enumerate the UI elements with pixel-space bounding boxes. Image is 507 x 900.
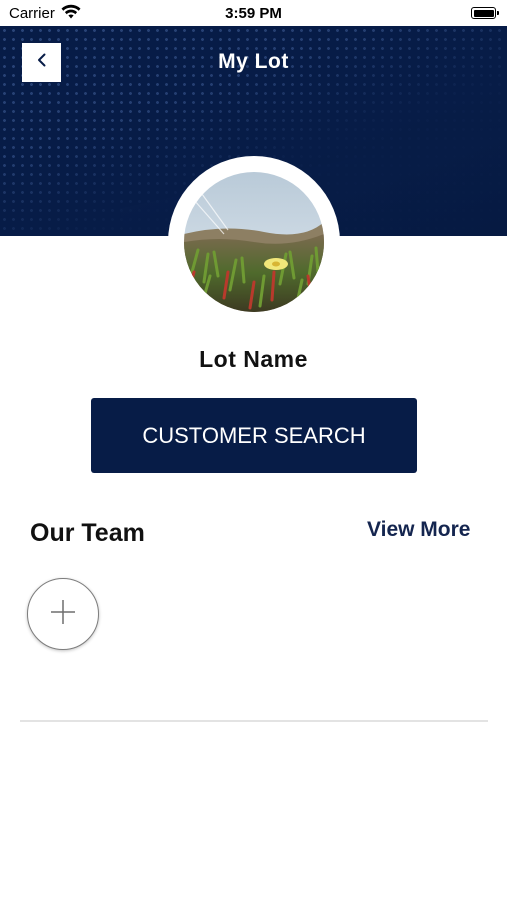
lot-name: Lot Name (199, 346, 308, 372)
battery-icon (471, 7, 499, 19)
page-title: My Lot (218, 50, 289, 73)
lot-photo (184, 172, 324, 312)
section-divider (20, 720, 488, 722)
add-team-member-button[interactable] (27, 578, 99, 650)
plus-icon (49, 598, 77, 631)
view-more-link[interactable]: View More (367, 518, 470, 542)
status-bar: Carrier 3:59 PM (0, 0, 507, 26)
clock: 3:59 PM (225, 5, 282, 22)
lot-avatar[interactable] (184, 172, 324, 312)
our-team-heading: Our Team (30, 519, 145, 547)
customer-search-button[interactable]: CUSTOMER SEARCH (91, 398, 417, 473)
